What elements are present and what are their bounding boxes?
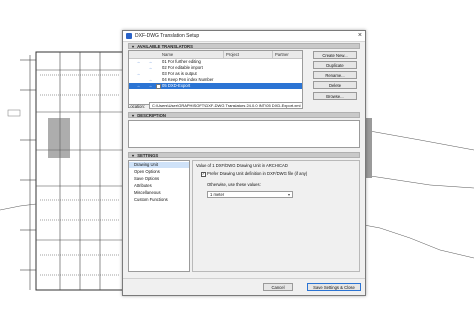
chevron-down-icon: ▾ — [287, 192, 290, 197]
settings-section-header[interactable]: ▾ SETTINGS — [128, 152, 360, 158]
prefer-drawing-unit-label: Prefer Drawing Unit definition in DXF/DW… — [207, 171, 308, 176]
translator-row-selected[interactable]: → → 05 DXD-Export — [129, 83, 302, 89]
translation-setup-dialog: DXF-DWG Translation Setup × ▾ AVAILABLE … — [122, 30, 366, 296]
location-field[interactable]: C:\Users\User\GRAPHISOFT\DXF-DWG Transla… — [149, 102, 303, 109]
translators-section-label: AVAILABLE TRANSLATORS — [137, 44, 193, 49]
dialog-titlebar[interactable]: DXF-DWG Translation Setup × — [123, 31, 365, 42]
settings-section-label: SETTINGS — [137, 153, 159, 158]
description-section-header[interactable]: ▾ DESCRIPTION — [128, 112, 360, 118]
browse-button[interactable]: Browse... — [313, 92, 357, 100]
description-section-label: DESCRIPTION — [137, 113, 166, 118]
dialog-title: DXF-DWG Translation Setup — [135, 33, 200, 39]
collapse-triangle-icon: ▾ — [132, 113, 135, 118]
rename-button[interactable]: Rename... — [313, 71, 357, 79]
footer-divider — [123, 278, 365, 279]
column-project[interactable]: Project — [226, 52, 239, 57]
unit-select-value: 1 meter — [210, 192, 225, 197]
translator-checkbox[interactable] — [156, 84, 161, 89]
translators-list[interactable]: Name Project Partner → → 01 For further … — [128, 50, 303, 105]
settings-item-save-options[interactable]: Save Options — [129, 176, 189, 182]
settings-detail-pane: Value of 1 DXF/DWG Drawing Unit in ARCHI… — [192, 160, 360, 272]
cancel-button[interactable]: Cancel — [263, 283, 293, 291]
settings-item-open-options[interactable]: Open Options — [129, 169, 189, 175]
translators-section-header[interactable]: ▾ AVAILABLE TRANSLATORS — [128, 43, 360, 49]
prefer-drawing-unit-checkbox[interactable]: ✓ — [201, 172, 206, 177]
settings-category-list[interactable]: Drawing Unit Open Options Save Options A… — [128, 160, 190, 272]
close-icon[interactable]: × — [358, 32, 362, 40]
app-icon — [126, 33, 132, 39]
translator-name: 05 DXD-Export — [162, 83, 191, 88]
translators-list-header: Name Project Partner — [129, 51, 302, 59]
collapse-triangle-icon: ▾ — [132, 153, 135, 158]
column-partner[interactable]: Partner — [275, 52, 289, 57]
duplicate-button[interactable]: Duplicate — [313, 61, 357, 69]
settings-item-miscellaneous[interactable]: Miscellaneous — [129, 190, 189, 196]
location-label: Location: — [128, 104, 145, 109]
description-textarea[interactable] — [128, 120, 360, 148]
settings-item-attributes[interactable]: Attributes — [129, 183, 189, 189]
settings-item-drawing-unit[interactable]: Drawing Unit — [129, 162, 189, 168]
otherwise-label: Otherwise, use these values: — [207, 182, 261, 187]
drawing-unit-heading: Value of 1 DXF/DWG Drawing Unit in ARCHI… — [196, 163, 288, 168]
save-settings-close-button[interactable]: Save Settings & Close — [307, 283, 361, 291]
settings-item-custom-functions[interactable]: Custom Functions — [129, 197, 189, 203]
unit-select[interactable]: 1 meter ▾ — [207, 191, 293, 198]
arrow-right-icon: → — [136, 83, 141, 88]
create-new-button[interactable]: Create New... — [313, 51, 357, 59]
arrow-right-icon: → — [148, 83, 153, 88]
delete-button[interactable]: Delete — [313, 81, 357, 89]
column-name[interactable]: Name — [162, 52, 173, 57]
